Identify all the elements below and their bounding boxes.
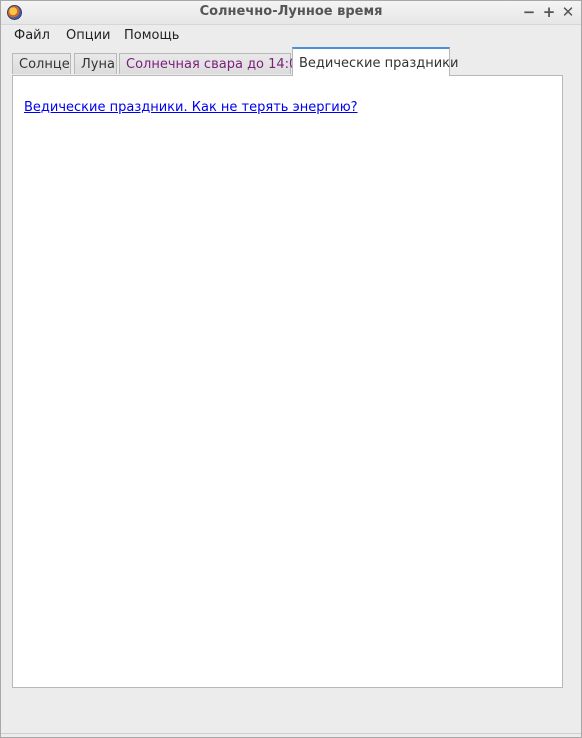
menu-file[interactable]: Файл xyxy=(14,28,50,43)
tab-vedic-holidays[interactable]: Ведические праздники xyxy=(292,47,458,76)
menu-options[interactable]: Опции xyxy=(66,28,110,43)
minimize-icon[interactable]: − xyxy=(520,3,538,21)
tab-moon[interactable]: Луна xyxy=(74,53,117,74)
tab-sun[interactable]: Солнце xyxy=(12,53,71,74)
tab-content-panel: Ведические праздники. Как не терять энер… xyxy=(12,75,563,688)
maximize-icon[interactable]: + xyxy=(540,3,558,21)
vedic-holidays-link[interactable]: Ведические праздники. Как не терять энер… xyxy=(24,100,358,115)
menu-bar: Файл Опции Помощь xyxy=(1,25,581,47)
tab-bar: Солнце Луна Солнечная свара до 14:07 Вед… xyxy=(1,47,581,76)
close-icon[interactable]: ✕ xyxy=(559,3,577,21)
menu-help[interactable]: Помощь xyxy=(124,28,179,43)
window-title: Солнечно-Лунное время xyxy=(199,4,383,19)
app-window: Солнечно-Лунное время − + ✕ Файл Опции П… xyxy=(0,0,582,738)
bottom-divider xyxy=(1,733,581,734)
title-bar[interactable]: Солнечно-Лунное время − + ✕ xyxy=(1,1,581,25)
tab-solar-svara[interactable]: Солнечная свара до 14:07 xyxy=(119,53,306,74)
